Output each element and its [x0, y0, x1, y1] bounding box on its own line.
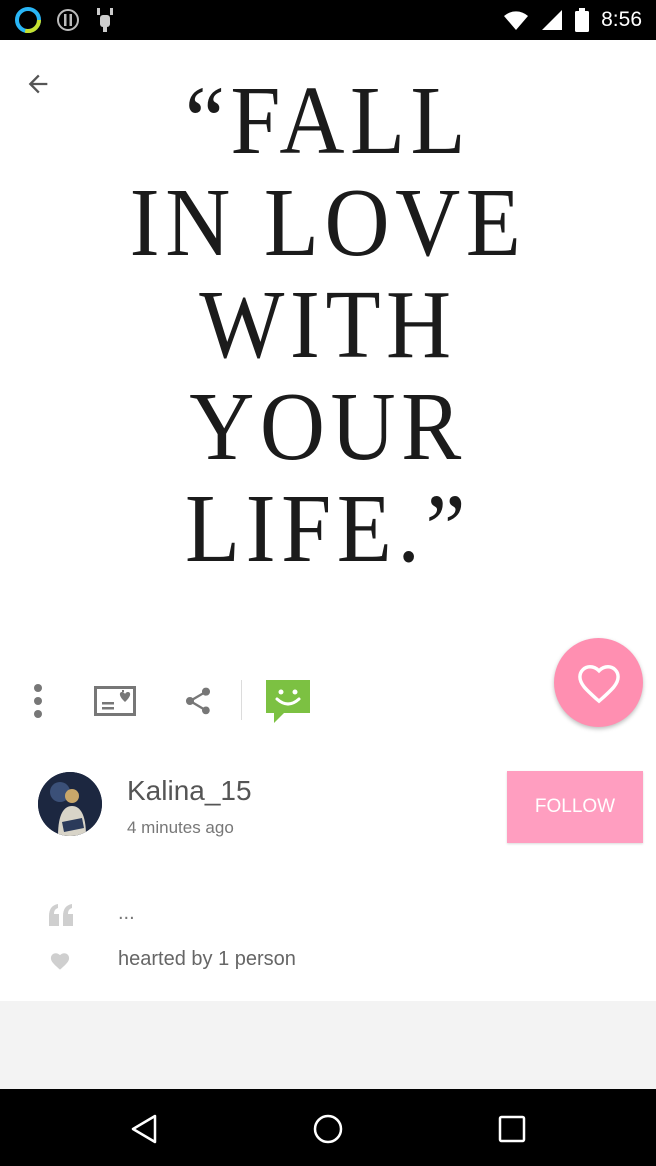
arrow-back-icon	[28, 74, 48, 94]
quote-line: WITH	[199, 271, 457, 379]
author-username[interactable]: Kalina_15	[127, 775, 252, 807]
follow-button[interactable]: FOLLOW	[507, 771, 643, 843]
action-divider	[241, 680, 242, 720]
wifi-icon	[504, 11, 529, 30]
postcard-button[interactable]	[90, 680, 140, 722]
share-button[interactable]	[176, 680, 220, 722]
triangle-back-icon	[131, 1114, 157, 1144]
quote-line: IN LOVE	[129, 169, 527, 277]
heart-button[interactable]	[554, 638, 643, 727]
back-button[interactable]	[14, 62, 62, 106]
battery-icon	[575, 8, 590, 32]
nav-back-button[interactable]	[120, 1105, 168, 1153]
hearted-by-text[interactable]: hearted by 1 person	[118, 948, 296, 971]
quote-line: LIFE.”	[184, 475, 471, 583]
avatar-photo-icon	[38, 772, 102, 836]
quote-line: “FALL	[184, 67, 472, 175]
sticker-chat-icon	[266, 680, 310, 723]
share-icon	[186, 687, 210, 715]
status-bar: 8:56	[0, 0, 656, 40]
quote-marks-icon	[49, 904, 73, 926]
navigation-bar	[0, 1089, 656, 1166]
more-options-button[interactable]	[18, 680, 58, 722]
circle-home-icon	[313, 1114, 343, 1144]
author-avatar[interactable]	[38, 772, 102, 836]
nav-recents-button[interactable]	[488, 1105, 536, 1153]
post-timestamp: 4 minutes ago	[127, 818, 234, 837]
signal-icon	[542, 10, 563, 30]
quote-image: “FALL IN LOVE WITH YOUR LIFE.”	[0, 40, 656, 640]
circle-app-icon	[15, 7, 41, 33]
quote-line: YOUR	[189, 373, 467, 481]
square-recents-icon	[498, 1115, 526, 1143]
postcard-icon	[94, 686, 136, 716]
footer-area	[0, 1001, 656, 1089]
info-icon	[57, 9, 79, 31]
post-caption: ...	[118, 902, 135, 924]
android-debug-icon	[97, 8, 113, 32]
nav-home-button[interactable]	[304, 1105, 352, 1153]
sticker-chat-button[interactable]	[262, 676, 314, 726]
heart-icon	[577, 664, 620, 703]
small-heart-icon	[50, 953, 70, 970]
status-time: 8:56	[601, 8, 642, 31]
more-icon	[34, 684, 42, 718]
